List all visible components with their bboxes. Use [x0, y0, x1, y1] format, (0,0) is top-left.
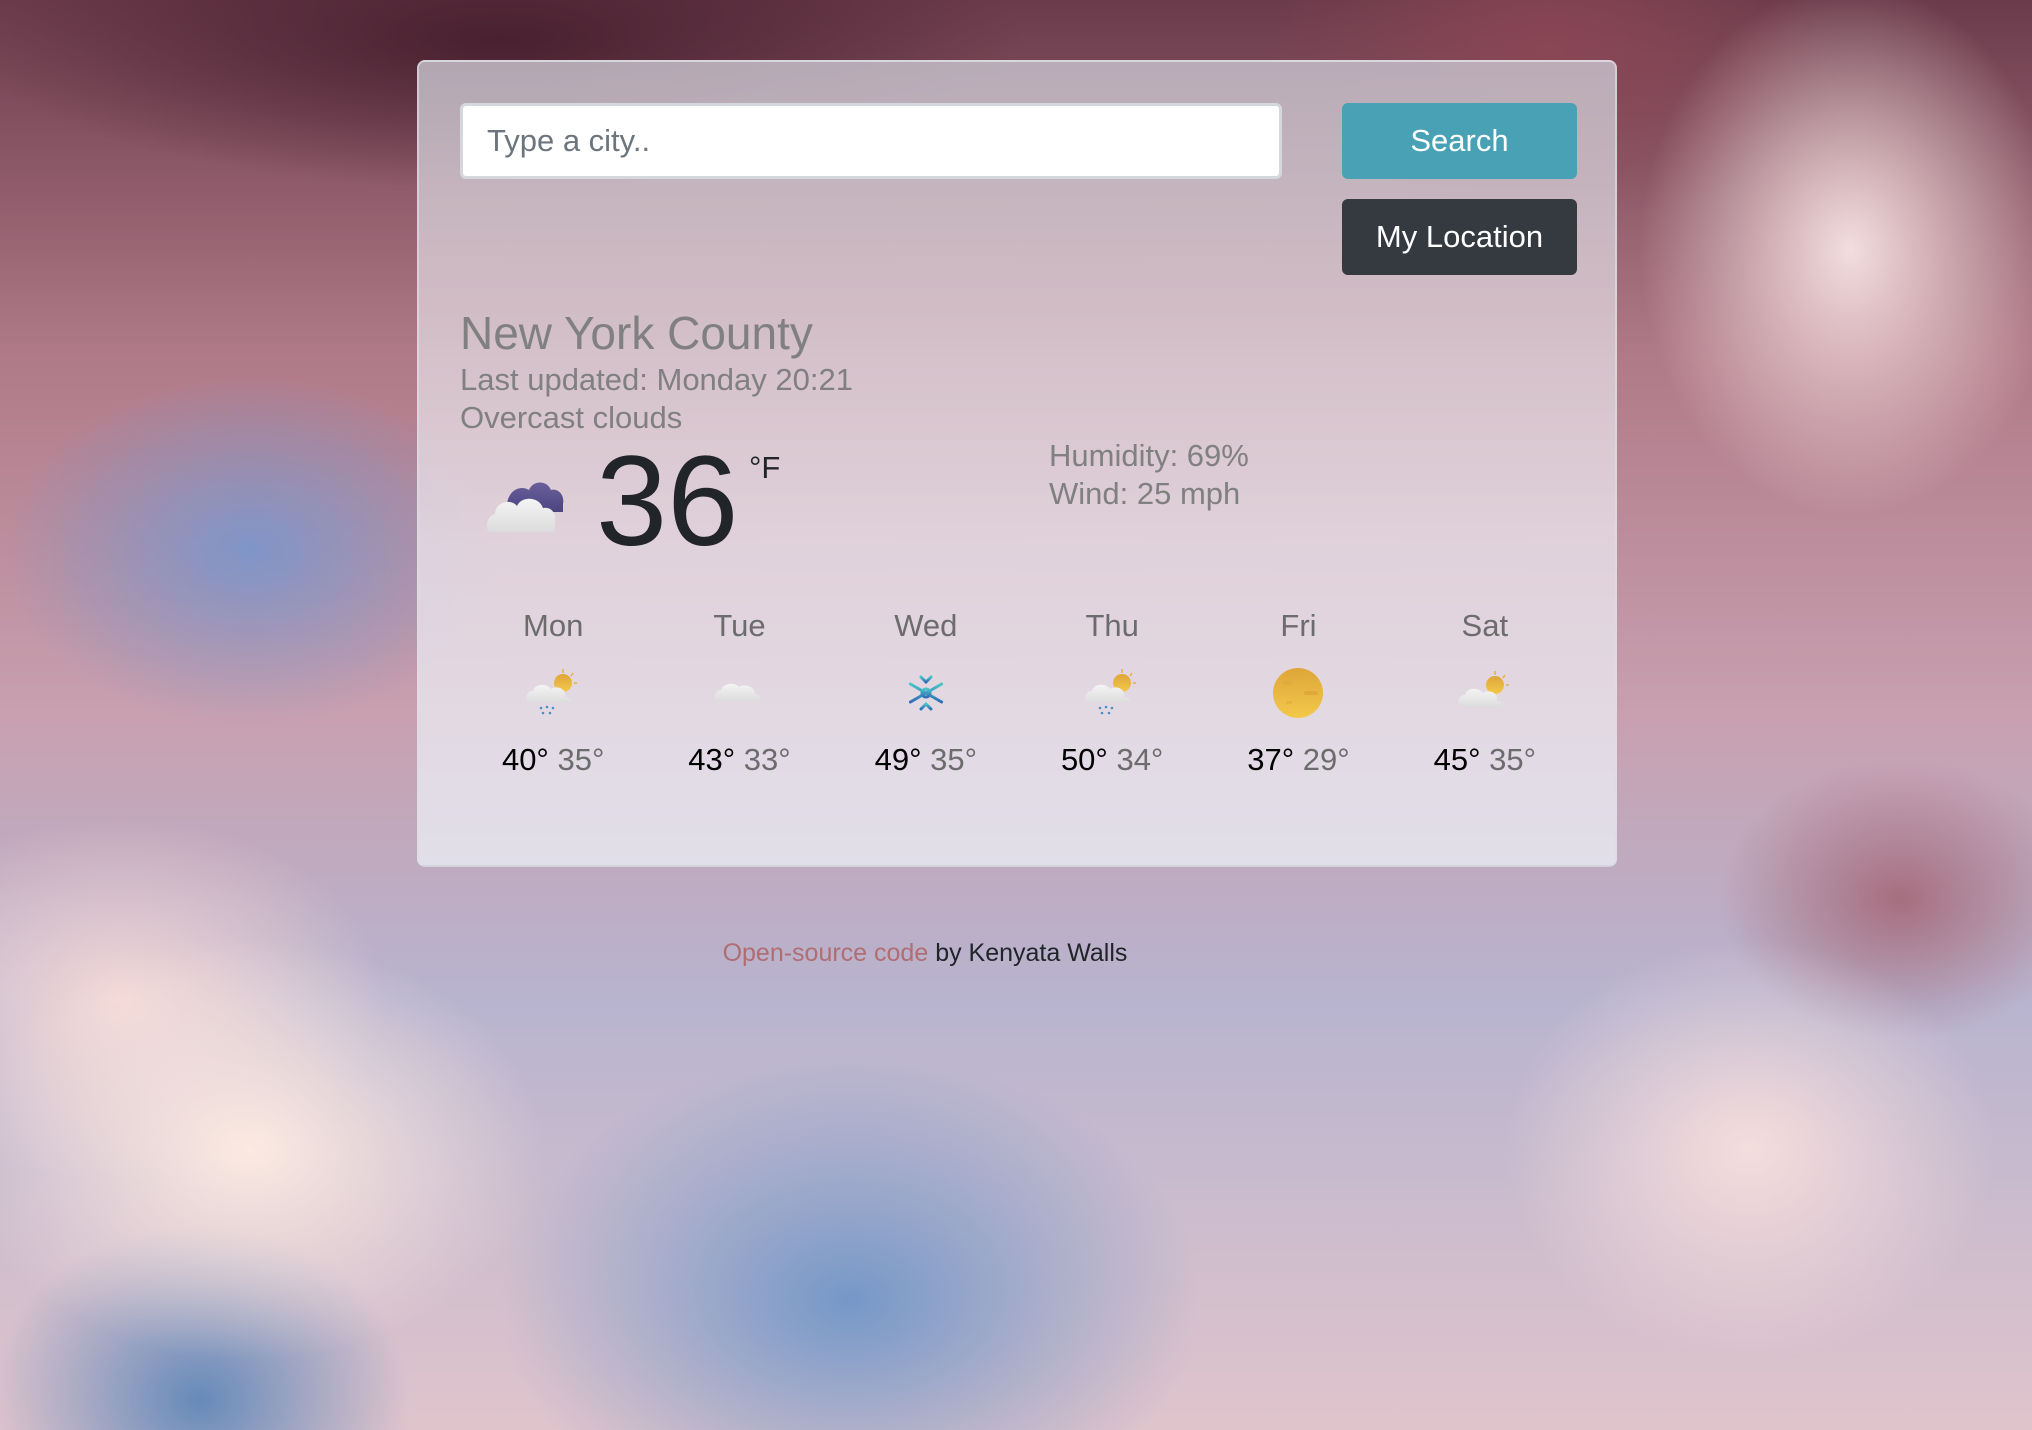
overcast-clouds-icon — [486, 482, 564, 532]
cloud-icon — [715, 683, 762, 701]
forecast-low: 34° — [1116, 742, 1164, 777]
forecast-low: 33° — [743, 742, 791, 777]
forecast-day: Mon 40° 35° — [460, 607, 646, 807]
forecast-row: Mon 40° 35° Tue 43° 33° Wed 49° 35° Thu … — [460, 607, 1578, 807]
forecast-day-name: Thu — [1085, 608, 1139, 643]
sun-cloud-rain-icon — [526, 669, 578, 715]
forecast-low: 35° — [1489, 742, 1536, 777]
forecast-high: 50° — [1060, 742, 1108, 777]
weather-card: Search My Location New York County Last … — [417, 60, 1617, 867]
open-source-link[interactable]: Open-source code — [723, 939, 929, 967]
forecast-day-name: Wed — [894, 608, 958, 643]
forecast-day: Sat 45° 35° — [1392, 607, 1578, 807]
forecast-high: 45° — [1433, 742, 1481, 777]
forecast-day-name: Sat — [1461, 608, 1509, 643]
footer: Open-source code by Kenyata Walls — [0, 938, 1850, 968]
forecast-low: 35° — [557, 742, 605, 777]
footer-author: by Kenyata Walls — [928, 939, 1128, 967]
forecast-day: Wed 49° 35° — [833, 607, 1019, 807]
forecast-day: Fri 37° 29° — [1205, 607, 1391, 807]
forecast-day: Thu 50° 34° — [1019, 607, 1205, 807]
forecast-high: 43° — [688, 742, 736, 777]
humidity: Humidity: 69% — [1049, 438, 1249, 473]
forecast-high: 49° — [874, 742, 922, 777]
wind-speed: Wind: 25 mph — [1049, 476, 1241, 511]
last-updated: Last updated: Monday 20:21 — [460, 362, 853, 397]
city-name: New York County — [460, 307, 813, 359]
sun-cloud-rain-icon — [1085, 669, 1137, 715]
forecast-day-name: Mon — [523, 608, 584, 643]
forecast-low: 29° — [1302, 742, 1350, 777]
forecast-low: 35° — [930, 742, 978, 777]
my-location-button[interactable]: My Location — [1342, 199, 1577, 275]
forecast-day-name: Fri — [1280, 608, 1317, 643]
sun-icon — [1273, 668, 1324, 718]
sun-cloud-icon — [1458, 671, 1509, 707]
city-search-input[interactable] — [460, 103, 1282, 179]
snowflake-icon — [908, 673, 943, 713]
forecast-high: 37° — [1247, 742, 1295, 777]
current-temperature: 36 — [596, 430, 739, 573]
search-button[interactable]: Search — [1342, 103, 1577, 179]
forecast-high: 40° — [501, 742, 549, 777]
forecast-day: Tue 43° 33° — [646, 607, 832, 807]
forecast-day-name: Tue — [713, 608, 766, 643]
temperature-unit[interactable]: °F — [749, 450, 780, 486]
